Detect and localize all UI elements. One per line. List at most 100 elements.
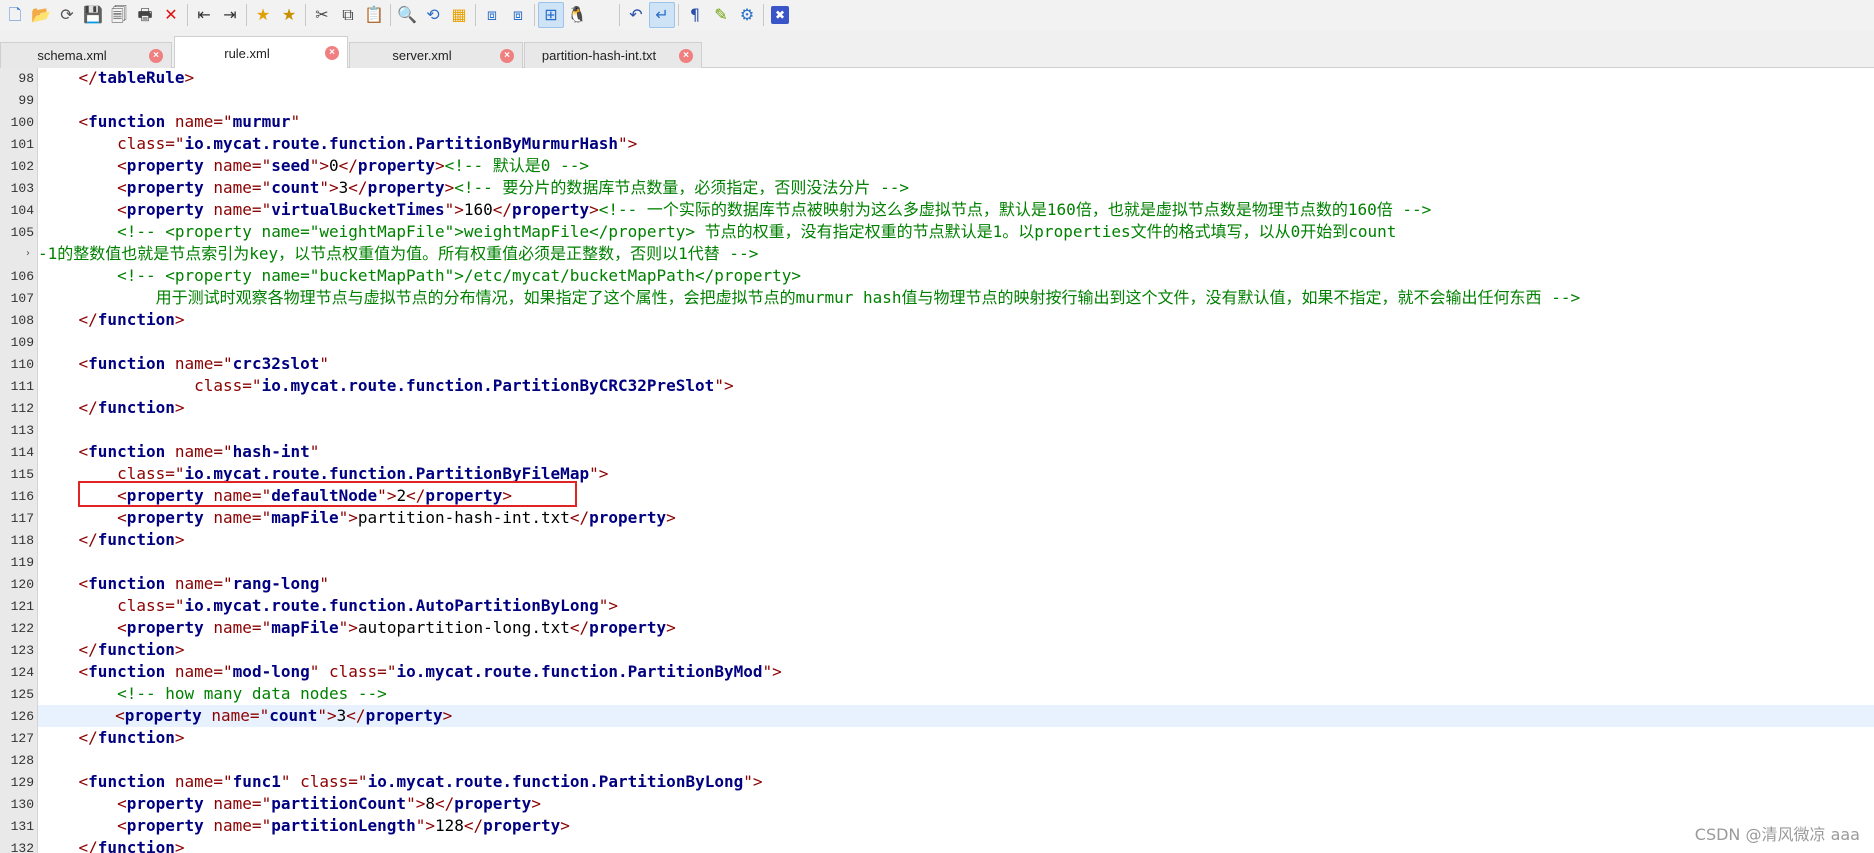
code-line[interactable]: <function name="mod-long" class="io.myca…	[40, 661, 782, 683]
compare-folders-icon[interactable]: ⧈	[505, 2, 531, 28]
code-token: function	[88, 772, 166, 791]
copy-icon[interactable]: ⧉	[335, 2, 361, 28]
code-line[interactable]: </function>	[40, 727, 185, 749]
indent-icon[interactable]: ⇥	[217, 2, 243, 28]
reload-icon[interactable]: ⟳	[54, 2, 80, 28]
code-token: mapFile	[271, 618, 339, 637]
code-line[interactable]: <property name="seed">0</property><!-- 默…	[40, 155, 589, 177]
tab-rule-xml[interactable]: rule.xml ×	[174, 36, 348, 69]
code-token: name=	[203, 794, 262, 813]
toolbar-separator	[390, 4, 391, 26]
code-line[interactable]: 用于测试时观察各物理节点与虚拟节点的分布情况，如果指定了这个属性，会把虚拟节点的…	[40, 287, 1581, 309]
code-line[interactable]: <property name="partitionCount">8</prope…	[40, 793, 541, 815]
paste-icon[interactable]: 📋	[361, 2, 387, 28]
code-line[interactable]: <property name="mapFile">autopartition-l…	[40, 617, 676, 639]
compare-icon[interactable]: ⧈	[479, 2, 505, 28]
code-token: >	[174, 530, 185, 549]
tab-partition-hash-int-txt[interactable]: partition-hash-int.txt ×	[524, 42, 702, 68]
code-line[interactable]: class="io.mycat.route.function.Partition…	[40, 133, 637, 155]
code-token: "	[317, 706, 328, 725]
code-line[interactable]: <function name="rang-long"	[40, 573, 329, 595]
outdent-icon[interactable]: ⇤	[191, 2, 217, 28]
bookmark-next-icon[interactable]: ★	[276, 2, 302, 28]
paragraph-icon[interactable]: ¶	[682, 2, 708, 28]
code-line[interactable]: <!-- <property name="weightMapFile">weig…	[40, 221, 1396, 243]
code-line[interactable]: <property name="partitionLength">128</pr…	[40, 815, 570, 837]
save-all-icon[interactable]: 🗐	[106, 2, 132, 28]
code-token: >	[425, 816, 435, 835]
code-token: 160	[463, 200, 493, 219]
current-code-line[interactable]: <property name="count">3</property>	[38, 705, 1874, 727]
code-token: 用于测试时观察各物理节点与虚拟节点的分布情况，如果指定了这个属性，会把虚拟节点的…	[40, 288, 1581, 307]
code-token: <	[117, 794, 127, 813]
code-line[interactable]: class="io.mycat.route.function.AutoParti…	[40, 595, 618, 617]
settings-icon[interactable]: ⚙	[734, 2, 760, 28]
open-folder-icon[interactable]: 📂	[28, 2, 54, 28]
wrap-indicator-icon: ›	[26, 248, 30, 259]
toolbar-separator	[678, 4, 679, 26]
code-line[interactable]: <function name="func1" class="io.mycat.r…	[40, 771, 763, 793]
code-token: >	[442, 706, 453, 725]
code-line[interactable]: -1的整数值也就是节点索引为key，以节点权重值为值。所有权重值必须是正整数，否…	[38, 243, 758, 265]
save-icon[interactable]: 💾	[80, 2, 106, 28]
tab-server-xml[interactable]: server.xml ×	[349, 42, 523, 68]
mac-icon[interactable]	[590, 2, 616, 28]
close-tab-icon[interactable]: ×	[149, 48, 163, 63]
close-window-icon[interactable]: ✖	[771, 6, 789, 24]
code-line[interactable]: <property name="virtualBucketTimes">160<…	[40, 199, 1431, 221]
code-line[interactable]: </function>	[40, 639, 185, 661]
line-number: 119	[10, 555, 34, 570]
windows-icon[interactable]: ⊞	[538, 2, 564, 28]
code-line[interactable]: </tableRule>	[40, 68, 195, 89]
code-token: "	[617, 134, 628, 153]
pen-icon[interactable]: ✎	[708, 2, 734, 28]
undo-icon[interactable]: ↶	[623, 2, 649, 28]
code-line[interactable]: </function>	[40, 529, 185, 551]
code-token: "	[319, 178, 330, 197]
line-number: 99	[18, 93, 34, 108]
code-token: "	[261, 200, 272, 219]
code-token: </	[492, 200, 513, 219]
linux-icon[interactable]: 🐧	[564, 2, 590, 28]
replace-icon[interactable]: ⟲	[420, 2, 446, 28]
toolbar-separator	[305, 4, 306, 26]
tab-schema-xml[interactable]: schema.xml ×	[0, 42, 172, 68]
code-line[interactable]: <!-- <property name="bucketMapPath">/etc…	[40, 265, 801, 287]
code-line[interactable]: <!-- how many data nodes -->	[40, 683, 387, 705]
toolbar-separator	[534, 4, 535, 26]
code-line[interactable]: <function name="hash-int"	[40, 441, 320, 463]
word-wrap-icon[interactable]: ↵	[649, 2, 675, 28]
code-line[interactable]: </function>	[40, 837, 185, 853]
new-file-icon[interactable]: 🗋	[2, 2, 28, 28]
code-token: <!-- how many data nodes -->	[40, 684, 387, 703]
code-line[interactable]: class="io.mycat.route.function.Partition…	[40, 375, 733, 397]
line-number: 122	[10, 621, 34, 636]
line-number: 117	[10, 511, 34, 526]
print-icon[interactable]: 🖶	[132, 2, 158, 28]
close-tab-icon[interactable]: ×	[679, 48, 693, 63]
code-line[interactable]: </function>	[40, 309, 185, 331]
code-line[interactable]: <property name="mapFile">partition-hash-…	[40, 507, 676, 529]
code-token: name=	[165, 574, 224, 593]
code-token: >	[531, 794, 541, 813]
close-tab-icon[interactable]: ×	[325, 46, 339, 60]
tab-label: partition-hash-int.txt	[541, 48, 657, 63]
code-editor[interactable]: 98 99 100 101 102 103 104 105 › 106 107 108 109 110 11…	[0, 68, 1874, 853]
code-line[interactable]: <property name="count">3</property><!-- …	[40, 177, 909, 199]
bookmark-icon[interactable]: ★	[250, 2, 276, 28]
code-line[interactable]: <function name="murmur"	[40, 111, 301, 133]
code-token: property	[126, 794, 204, 813]
close-file-icon[interactable]: ✕	[158, 2, 184, 28]
find-icon[interactable]: 🔍	[394, 2, 420, 28]
close-tab-icon[interactable]: ×	[500, 48, 514, 63]
code-line[interactable]: <function name="crc32slot"	[40, 353, 329, 375]
code-token: "	[223, 442, 233, 461]
cut-icon[interactable]: ✂	[309, 2, 335, 28]
code-token: 8	[425, 794, 435, 813]
highlight-icon[interactable]: ▦	[446, 2, 472, 28]
code-token: 3	[336, 706, 347, 725]
code-token: "	[261, 794, 272, 813]
code-line[interactable]: </function>	[40, 397, 185, 419]
code-token: io.mycat.route.function.PartitionByMod	[396, 662, 763, 681]
